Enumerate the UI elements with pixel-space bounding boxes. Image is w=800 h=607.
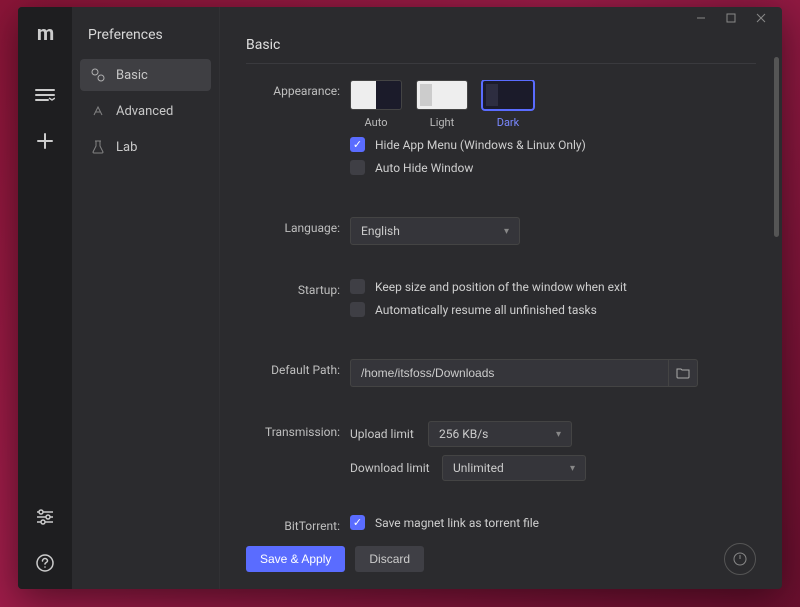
scrollbar-thumb[interactable] bbox=[774, 57, 779, 237]
download-limit-label: Download limit bbox=[350, 461, 434, 475]
theme-option-light[interactable]: Light bbox=[416, 80, 468, 129]
preferences-sidebar: Preferences Basic Advanced Lab bbox=[72, 7, 220, 589]
footer: Save & Apply Discard bbox=[246, 537, 756, 589]
select-value: English bbox=[361, 224, 400, 238]
hide-app-menu-checkbox[interactable]: Hide App Menu (Windows & Linux Only) bbox=[350, 137, 746, 152]
help-icon[interactable] bbox=[33, 551, 57, 575]
language-label: Language: bbox=[246, 217, 350, 245]
default-path-label: Default Path: bbox=[246, 359, 350, 387]
upload-limit-label: Upload limit bbox=[350, 427, 420, 441]
checkbox-label: Save magnet link as torrent file bbox=[375, 516, 539, 530]
settings-scroll: Appearance: Auto Light bbox=[246, 80, 756, 537]
lab-icon bbox=[90, 139, 106, 155]
chevron-down-icon: ▾ bbox=[504, 226, 509, 237]
close-button[interactable] bbox=[746, 7, 776, 29]
advanced-icon bbox=[90, 103, 106, 119]
basic-icon bbox=[90, 67, 106, 83]
theme-label: Auto bbox=[365, 116, 388, 129]
save-magnet-checkbox[interactable]: Save magnet link as torrent file bbox=[350, 515, 746, 530]
power-icon-button[interactable] bbox=[724, 543, 756, 575]
scrollbar[interactable] bbox=[774, 57, 779, 529]
language-select[interactable]: English ▾ bbox=[350, 217, 520, 245]
add-icon[interactable] bbox=[33, 129, 57, 153]
theme-label: Light bbox=[430, 116, 454, 129]
chevron-down-icon: ▾ bbox=[570, 463, 575, 474]
tasks-icon[interactable] bbox=[33, 83, 57, 107]
startup-label: Startup: bbox=[246, 279, 350, 325]
select-value: Unlimited bbox=[453, 461, 504, 475]
theme-option-auto[interactable]: Auto bbox=[350, 80, 402, 129]
browse-folder-button[interactable] bbox=[668, 359, 698, 387]
checkbox-icon bbox=[350, 302, 365, 317]
sidebar-item-basic[interactable]: Basic bbox=[80, 59, 211, 91]
theme-option-dark[interactable]: Dark bbox=[482, 80, 534, 129]
sidebar-item-label: Basic bbox=[116, 68, 148, 83]
sidebar-title: Preferences bbox=[80, 23, 211, 59]
download-limit-select[interactable]: Unlimited ▾ bbox=[442, 455, 586, 481]
select-value: 256 KB/s bbox=[439, 427, 488, 441]
appearance-label: Appearance: bbox=[246, 80, 350, 183]
checkbox-icon bbox=[350, 279, 365, 294]
app-logo: m bbox=[37, 21, 53, 45]
bittorrent-label: BitTorrent: bbox=[246, 515, 350, 537]
sidebar-item-label: Advanced bbox=[116, 104, 173, 119]
resume-tasks-checkbox[interactable]: Automatically resume all unfinished task… bbox=[350, 302, 746, 317]
sidebar-item-label: Lab bbox=[116, 140, 137, 155]
checkbox-label: Keep size and position of the window whe… bbox=[375, 280, 627, 294]
sidebar-item-lab[interactable]: Lab bbox=[80, 131, 211, 163]
app-rail: m bbox=[18, 7, 72, 589]
transmission-label: Transmission: bbox=[246, 421, 350, 481]
theme-label: Dark bbox=[497, 116, 520, 129]
chevron-down-icon: ▾ bbox=[556, 429, 561, 440]
titlebar bbox=[220, 7, 782, 29]
checkbox-icon bbox=[350, 515, 365, 530]
auto-hide-window-checkbox[interactable]: Auto Hide Window bbox=[350, 160, 746, 175]
checkbox-label: Hide App Menu (Windows & Linux Only) bbox=[375, 138, 586, 152]
checkbox-icon bbox=[350, 137, 365, 152]
default-path-input[interactable] bbox=[350, 359, 668, 387]
section-title: Basic bbox=[246, 29, 756, 64]
minimize-button[interactable] bbox=[686, 7, 716, 29]
checkbox-label: Auto Hide Window bbox=[375, 161, 473, 175]
save-apply-button[interactable]: Save & Apply bbox=[246, 546, 345, 572]
checkbox-label: Automatically resume all unfinished task… bbox=[375, 303, 597, 317]
keep-size-checkbox[interactable]: Keep size and position of the window whe… bbox=[350, 279, 746, 294]
upload-limit-select[interactable]: 256 KB/s ▾ bbox=[428, 421, 572, 447]
sidebar-item-advanced[interactable]: Advanced bbox=[80, 95, 211, 127]
preferences-window: m Preferences Basic Advanced Lab bbox=[18, 7, 782, 589]
folder-icon bbox=[676, 367, 690, 379]
maximize-button[interactable] bbox=[716, 7, 746, 29]
settings-icon[interactable] bbox=[33, 505, 57, 529]
discard-button[interactable]: Discard bbox=[355, 546, 424, 572]
checkbox-icon bbox=[350, 160, 365, 175]
main-panel: Basic Appearance: Auto Light bbox=[220, 7, 782, 589]
